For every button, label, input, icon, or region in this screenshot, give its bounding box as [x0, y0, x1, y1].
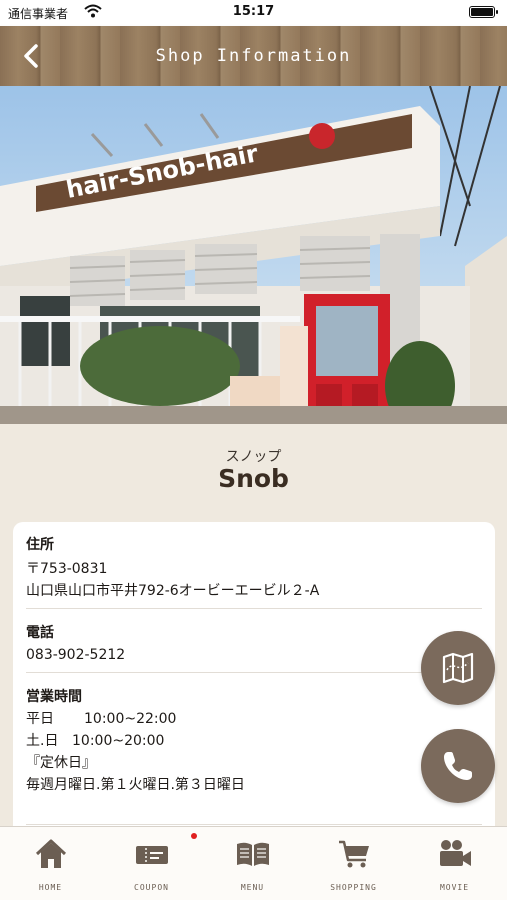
- tab-label: HOME: [38, 883, 63, 892]
- closed-days: 毎週月曜日.第１火曜日.第３日曜日: [26, 777, 245, 793]
- phone-number[interactable]: 083-902-5212: [26, 644, 482, 666]
- shop-name-kana: スノップ: [225, 449, 282, 465]
- hours-row: 土.日 10:00~20:00: [26, 730, 482, 752]
- hours-row: 平日 10:00~22:00: [26, 708, 482, 730]
- shop-name: Snob: [218, 464, 289, 493]
- tab-menu[interactable]: MENU: [202, 827, 303, 900]
- tab-label: MOVIE: [439, 883, 470, 892]
- coupon-badge: [191, 833, 197, 839]
- tab-coupon[interactable]: COUPON: [101, 827, 202, 900]
- divider: [26, 824, 482, 825]
- home-icon: [35, 839, 67, 868]
- map-button[interactable]: [421, 631, 495, 705]
- phone-section: 電話 083-902-5212: [26, 622, 482, 666]
- hours-section: 営業時間 平日 10:00~22:00 土.日 10:00~20:00 『定休日』 …: [26, 686, 482, 796]
- tab-movie[interactable]: MOVIE: [404, 827, 505, 900]
- tab-label: SHOPPING: [330, 883, 377, 892]
- shop-info-card: 住所 〒753-0831 山口県山口市平井792-6オービーエービル２-A 電話…: [13, 522, 495, 842]
- phone-icon: [444, 752, 472, 780]
- hours-label: 営業時間: [26, 689, 82, 705]
- nav-header: Shop Information: [0, 26, 507, 86]
- divider: [26, 608, 482, 609]
- clock: 15:17: [232, 4, 275, 19]
- tab-shopping[interactable]: SHOPPING: [303, 827, 404, 900]
- address-section: 住所 〒753-0831 山口県山口市平井792-6オービーエービル２-A: [26, 534, 482, 602]
- divider: [26, 672, 482, 673]
- tab-home[interactable]: HOME: [0, 827, 101, 900]
- shop-photo: hair-Snob-hair: [0, 86, 507, 424]
- hours-time: 10:00~20:00: [72, 733, 165, 749]
- hours-day: 土.日: [26, 733, 59, 749]
- address-label: 住所: [26, 537, 54, 553]
- page-title: Shop Information: [155, 46, 352, 66]
- call-button[interactable]: [421, 729, 495, 803]
- status-bar: 通信事業者 15:17: [0, 0, 507, 26]
- closed-label: 『定休日』: [26, 755, 96, 771]
- hours-day: 平日: [26, 711, 54, 727]
- address-line: 山口県山口市平井792-6オービーエービル２-A: [26, 583, 320, 599]
- menu-book-icon: [237, 842, 269, 866]
- coupon-icon: [136, 846, 168, 864]
- video-camera-icon: [440, 840, 471, 866]
- tab-bar: HOME COUPON MENU SHOPPING MOVIE: [0, 826, 507, 900]
- battery-icon: [469, 6, 498, 18]
- map-icon: [442, 652, 474, 684]
- cart-icon: [339, 840, 369, 868]
- phone-label: 電話: [26, 625, 54, 641]
- address-postal: 〒753-0831: [26, 561, 108, 577]
- hours-time: 10:00~22:00: [84, 711, 177, 727]
- tab-label: COUPON: [134, 883, 169, 892]
- tab-label: MENU: [240, 883, 265, 892]
